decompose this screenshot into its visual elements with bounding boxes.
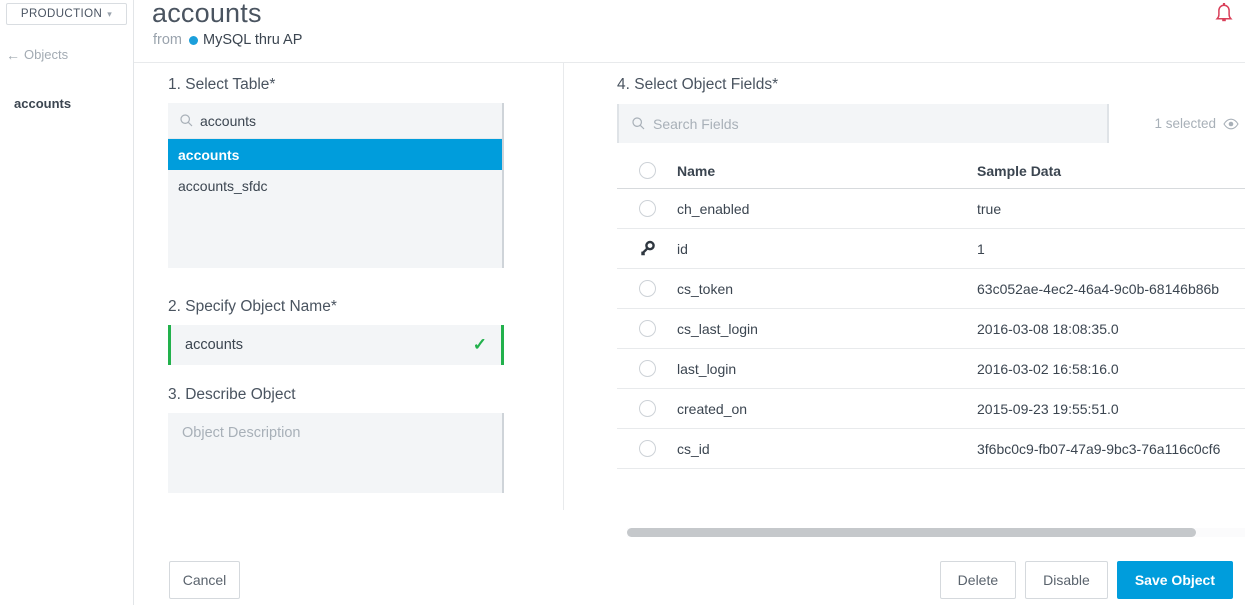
field-name: created_on bbox=[677, 401, 977, 417]
table-row[interactable]: last_login 2016-03-02 16:58:16.0 bbox=[617, 349, 1245, 389]
save-object-button[interactable]: Save Object bbox=[1117, 561, 1233, 599]
field-sample: 3f6bc0c9-fb07-47a9-9bc3-76a116c0cf6 bbox=[977, 441, 1245, 457]
object-name-field[interactable]: accounts ✓ bbox=[168, 325, 504, 365]
object-description-placeholder: Object Description bbox=[182, 425, 300, 441]
source-name: MySQL thru AP bbox=[203, 32, 302, 48]
check-icon: ✓ bbox=[473, 335, 487, 355]
field-name: ch_enabled bbox=[677, 201, 977, 217]
fields-search-row: Search Fields 1 selected bbox=[617, 104, 1245, 143]
table-row[interactable]: cs_id 3f6bc0c9-fb07-47a9-9bc3-76a116c0cf… bbox=[617, 429, 1245, 469]
column-header-sample: Sample Data bbox=[977, 163, 1245, 179]
radio-icon bbox=[639, 280, 656, 297]
row-select-radio[interactable] bbox=[617, 400, 677, 417]
from-label: from bbox=[153, 32, 182, 48]
eye-icon bbox=[1223, 118, 1239, 130]
fields-table-header: Name Sample Data bbox=[617, 153, 1245, 189]
key-icon bbox=[639, 240, 656, 257]
row-select-radio[interactable] bbox=[617, 280, 677, 297]
field-name: last_login bbox=[677, 361, 977, 377]
radio-icon bbox=[639, 400, 656, 417]
object-form: 1. Select Table* accounts accounts accou… bbox=[168, 76, 508, 493]
radio-icon bbox=[639, 200, 656, 217]
table-row[interactable]: cs_token 63c052ae-4ec2-46a4-9c0b-68146b8… bbox=[617, 269, 1245, 309]
radio-icon bbox=[639, 440, 656, 457]
selected-count: 1 selected bbox=[1154, 116, 1245, 131]
table-row[interactable]: ch_enabled true bbox=[617, 189, 1245, 229]
select-object-fields-label: 4. Select Object Fields* bbox=[617, 76, 1245, 94]
select-all-radio[interactable] bbox=[617, 162, 677, 179]
field-sample: 1 bbox=[977, 241, 1245, 257]
search-icon bbox=[632, 117, 645, 130]
arrow-left-icon: ← bbox=[6, 48, 20, 62]
object-description-input[interactable]: Object Description bbox=[168, 413, 504, 493]
selected-count-label: 1 selected bbox=[1154, 116, 1216, 131]
row-select-radio[interactable] bbox=[617, 360, 677, 377]
column-header-name: Name bbox=[677, 163, 977, 179]
object-name-value: accounts bbox=[185, 337, 243, 353]
field-sample: true bbox=[977, 201, 1245, 217]
fields-search-input[interactable]: Search Fields bbox=[617, 104, 1109, 143]
page-title: accounts bbox=[152, 0, 262, 29]
table-option-accounts[interactable]: accounts bbox=[168, 139, 502, 170]
search-icon bbox=[180, 114, 193, 127]
field-name: id bbox=[677, 241, 977, 257]
disable-button[interactable]: Disable bbox=[1025, 561, 1108, 599]
field-name: cs_last_login bbox=[677, 321, 977, 337]
table-option-label: accounts_sfdc bbox=[178, 178, 268, 194]
back-to-objects-link[interactable]: ← Objects bbox=[0, 47, 133, 62]
table-listbox[interactable]: accounts accounts accounts_sfdc bbox=[168, 103, 504, 268]
sidebar: PRODUCTION ▾ ← Objects accounts bbox=[0, 0, 134, 605]
bell-icon[interactable] bbox=[1213, 2, 1235, 26]
radio-icon bbox=[639, 162, 656, 179]
field-name: cs_token bbox=[677, 281, 977, 297]
row-select-radio[interactable] bbox=[617, 200, 677, 217]
footer-actions: Delete Disable Save Object bbox=[940, 561, 1233, 599]
page-subtitle: from MySQL thru AP bbox=[153, 32, 302, 48]
table-row[interactable]: id 1 bbox=[617, 229, 1245, 269]
header-divider bbox=[134, 62, 1245, 63]
radio-icon bbox=[639, 320, 656, 337]
back-link-label: Objects bbox=[24, 47, 68, 62]
field-sample: 2016-03-02 16:58:16.0 bbox=[977, 361, 1245, 377]
fields-horizontal-scrollbar[interactable] bbox=[627, 528, 1245, 537]
object-name-label: 2. Specify Object Name* bbox=[168, 298, 508, 316]
primary-key-marker bbox=[617, 240, 677, 257]
object-fields-panel: 4. Select Object Fields* Search Fields 1… bbox=[617, 76, 1245, 469]
select-table-label: 1. Select Table* bbox=[168, 76, 508, 94]
table-row[interactable]: cs_last_login 2016-03-08 18:08:35.0 bbox=[617, 309, 1245, 349]
column-divider bbox=[563, 62, 564, 510]
table-row[interactable]: created_on 2015-09-23 19:55:51.0 bbox=[617, 389, 1245, 429]
table-search-value: accounts bbox=[200, 113, 256, 129]
source-status-dot bbox=[189, 36, 198, 45]
delete-button[interactable]: Delete bbox=[940, 561, 1016, 599]
object-editor-page: PRODUCTION ▾ ← Objects accounts accounts… bbox=[0, 0, 1245, 605]
scrollbar-track[interactable] bbox=[627, 528, 1245, 537]
table-search-input[interactable]: accounts bbox=[168, 103, 502, 139]
cancel-button[interactable]: Cancel bbox=[169, 561, 240, 599]
table-option-label: accounts bbox=[178, 147, 239, 163]
describe-object-label: 3. Describe Object bbox=[168, 386, 508, 404]
scrollbar-thumb[interactable] bbox=[627, 528, 1196, 537]
environment-selector[interactable]: PRODUCTION ▾ bbox=[6, 3, 127, 25]
table-option-accounts-sfdc[interactable]: accounts_sfdc bbox=[168, 170, 502, 201]
chevron-down-icon: ▾ bbox=[107, 9, 112, 20]
field-sample: 2016-03-08 18:08:35.0 bbox=[977, 321, 1245, 337]
radio-icon bbox=[639, 360, 656, 377]
sidebar-item-accounts[interactable]: accounts bbox=[0, 96, 133, 111]
field-sample: 63c052ae-4ec2-46a4-9c0b-68146b86b bbox=[977, 281, 1245, 297]
row-select-radio[interactable] bbox=[617, 320, 677, 337]
fields-table: Name Sample Data ch_enabled true bbox=[617, 153, 1245, 469]
sidebar-item-label: accounts bbox=[14, 96, 71, 111]
field-sample: 2015-09-23 19:55:51.0 bbox=[977, 401, 1245, 417]
fields-search-placeholder: Search Fields bbox=[653, 116, 739, 132]
environment-label: PRODUCTION bbox=[21, 8, 102, 20]
row-select-radio[interactable] bbox=[617, 440, 677, 457]
field-name: cs_id bbox=[677, 441, 977, 457]
